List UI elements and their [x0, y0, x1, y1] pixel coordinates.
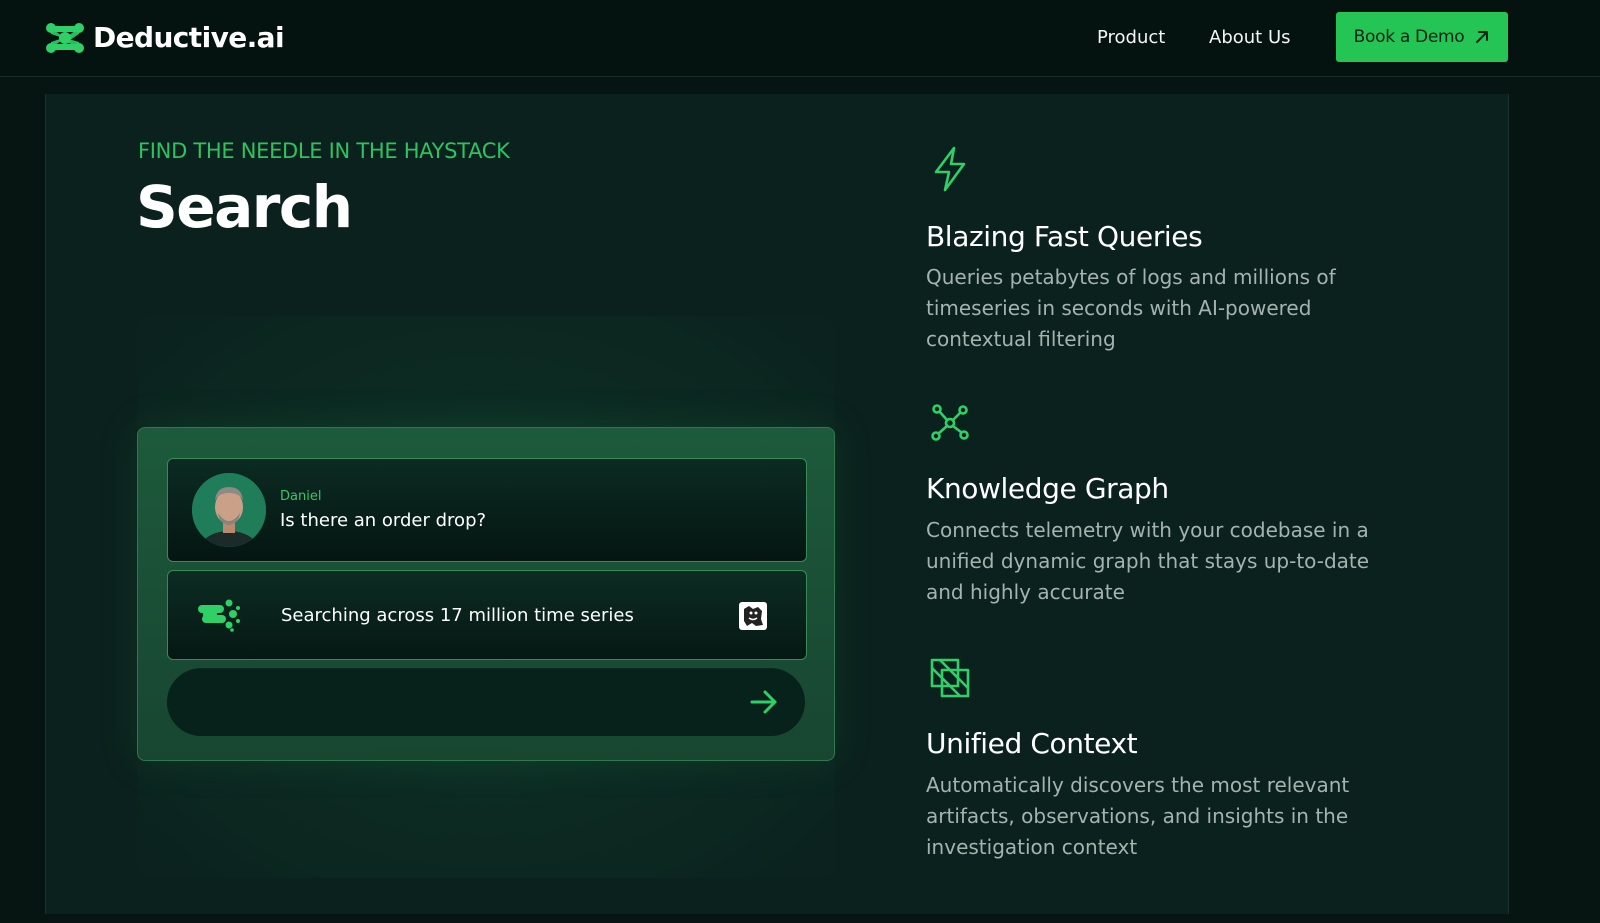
section-divider	[0, 914, 1600, 923]
chat-input[interactable]	[167, 668, 805, 736]
brand[interactable]: Deductive.ai	[45, 20, 285, 56]
search-status-text: Searching across 17 million time series	[281, 605, 634, 626]
message-text: Is there an order drop?	[280, 510, 487, 531]
avatar	[192, 473, 266, 547]
section-eyebrow: FIND THE NEEDLE IN THE HAYSTACK	[138, 139, 510, 163]
datadog-icon	[739, 602, 767, 630]
feature-title-unified-context: Unified Context	[926, 727, 1138, 760]
user-message-card: Daniel Is there an order drop?	[167, 458, 807, 562]
feature-desc-fast-queries: Queries petabytes of logs and millions o…	[926, 265, 1336, 351]
book-demo-button[interactable]: Book a Demo	[1336, 12, 1508, 62]
section-title: Search	[136, 173, 353, 241]
lightning-icon	[934, 146, 966, 192]
arrow-up-right-icon	[1476, 31, 1489, 43]
feature-desc-knowledge-graph: Connects telemetry with your codebase in…	[926, 518, 1370, 604]
feature-title-fast-queries: Blazing Fast Queries	[926, 220, 1203, 253]
nav-about-us[interactable]: About Us	[1209, 26, 1291, 50]
message-sender: Daniel	[280, 489, 322, 504]
page: Deductive.ai Product About Us Book a Dem…	[0, 0, 1600, 923]
arrow-right-icon[interactable]	[749, 688, 779, 716]
feature-desc-unified-context: Automatically discovers the most relevan…	[926, 773, 1350, 859]
book-demo-label: Book a Demo	[1353, 27, 1465, 47]
feature-title-knowledge-graph: Knowledge Graph	[926, 472, 1169, 505]
top-nav: Deductive.ai Product About Us Book a Dem…	[0, 0, 1600, 77]
graph-icon	[931, 404, 969, 441]
layers-icon	[930, 658, 970, 698]
search-status-card: Searching across 17 million time series	[167, 570, 807, 660]
brand-name: Deductive.ai	[93, 21, 285, 54]
nav-product[interactable]: Product	[1097, 26, 1165, 50]
deductive-logo-icon	[46, 23, 84, 53]
deductive-logo-icon	[198, 599, 240, 632]
